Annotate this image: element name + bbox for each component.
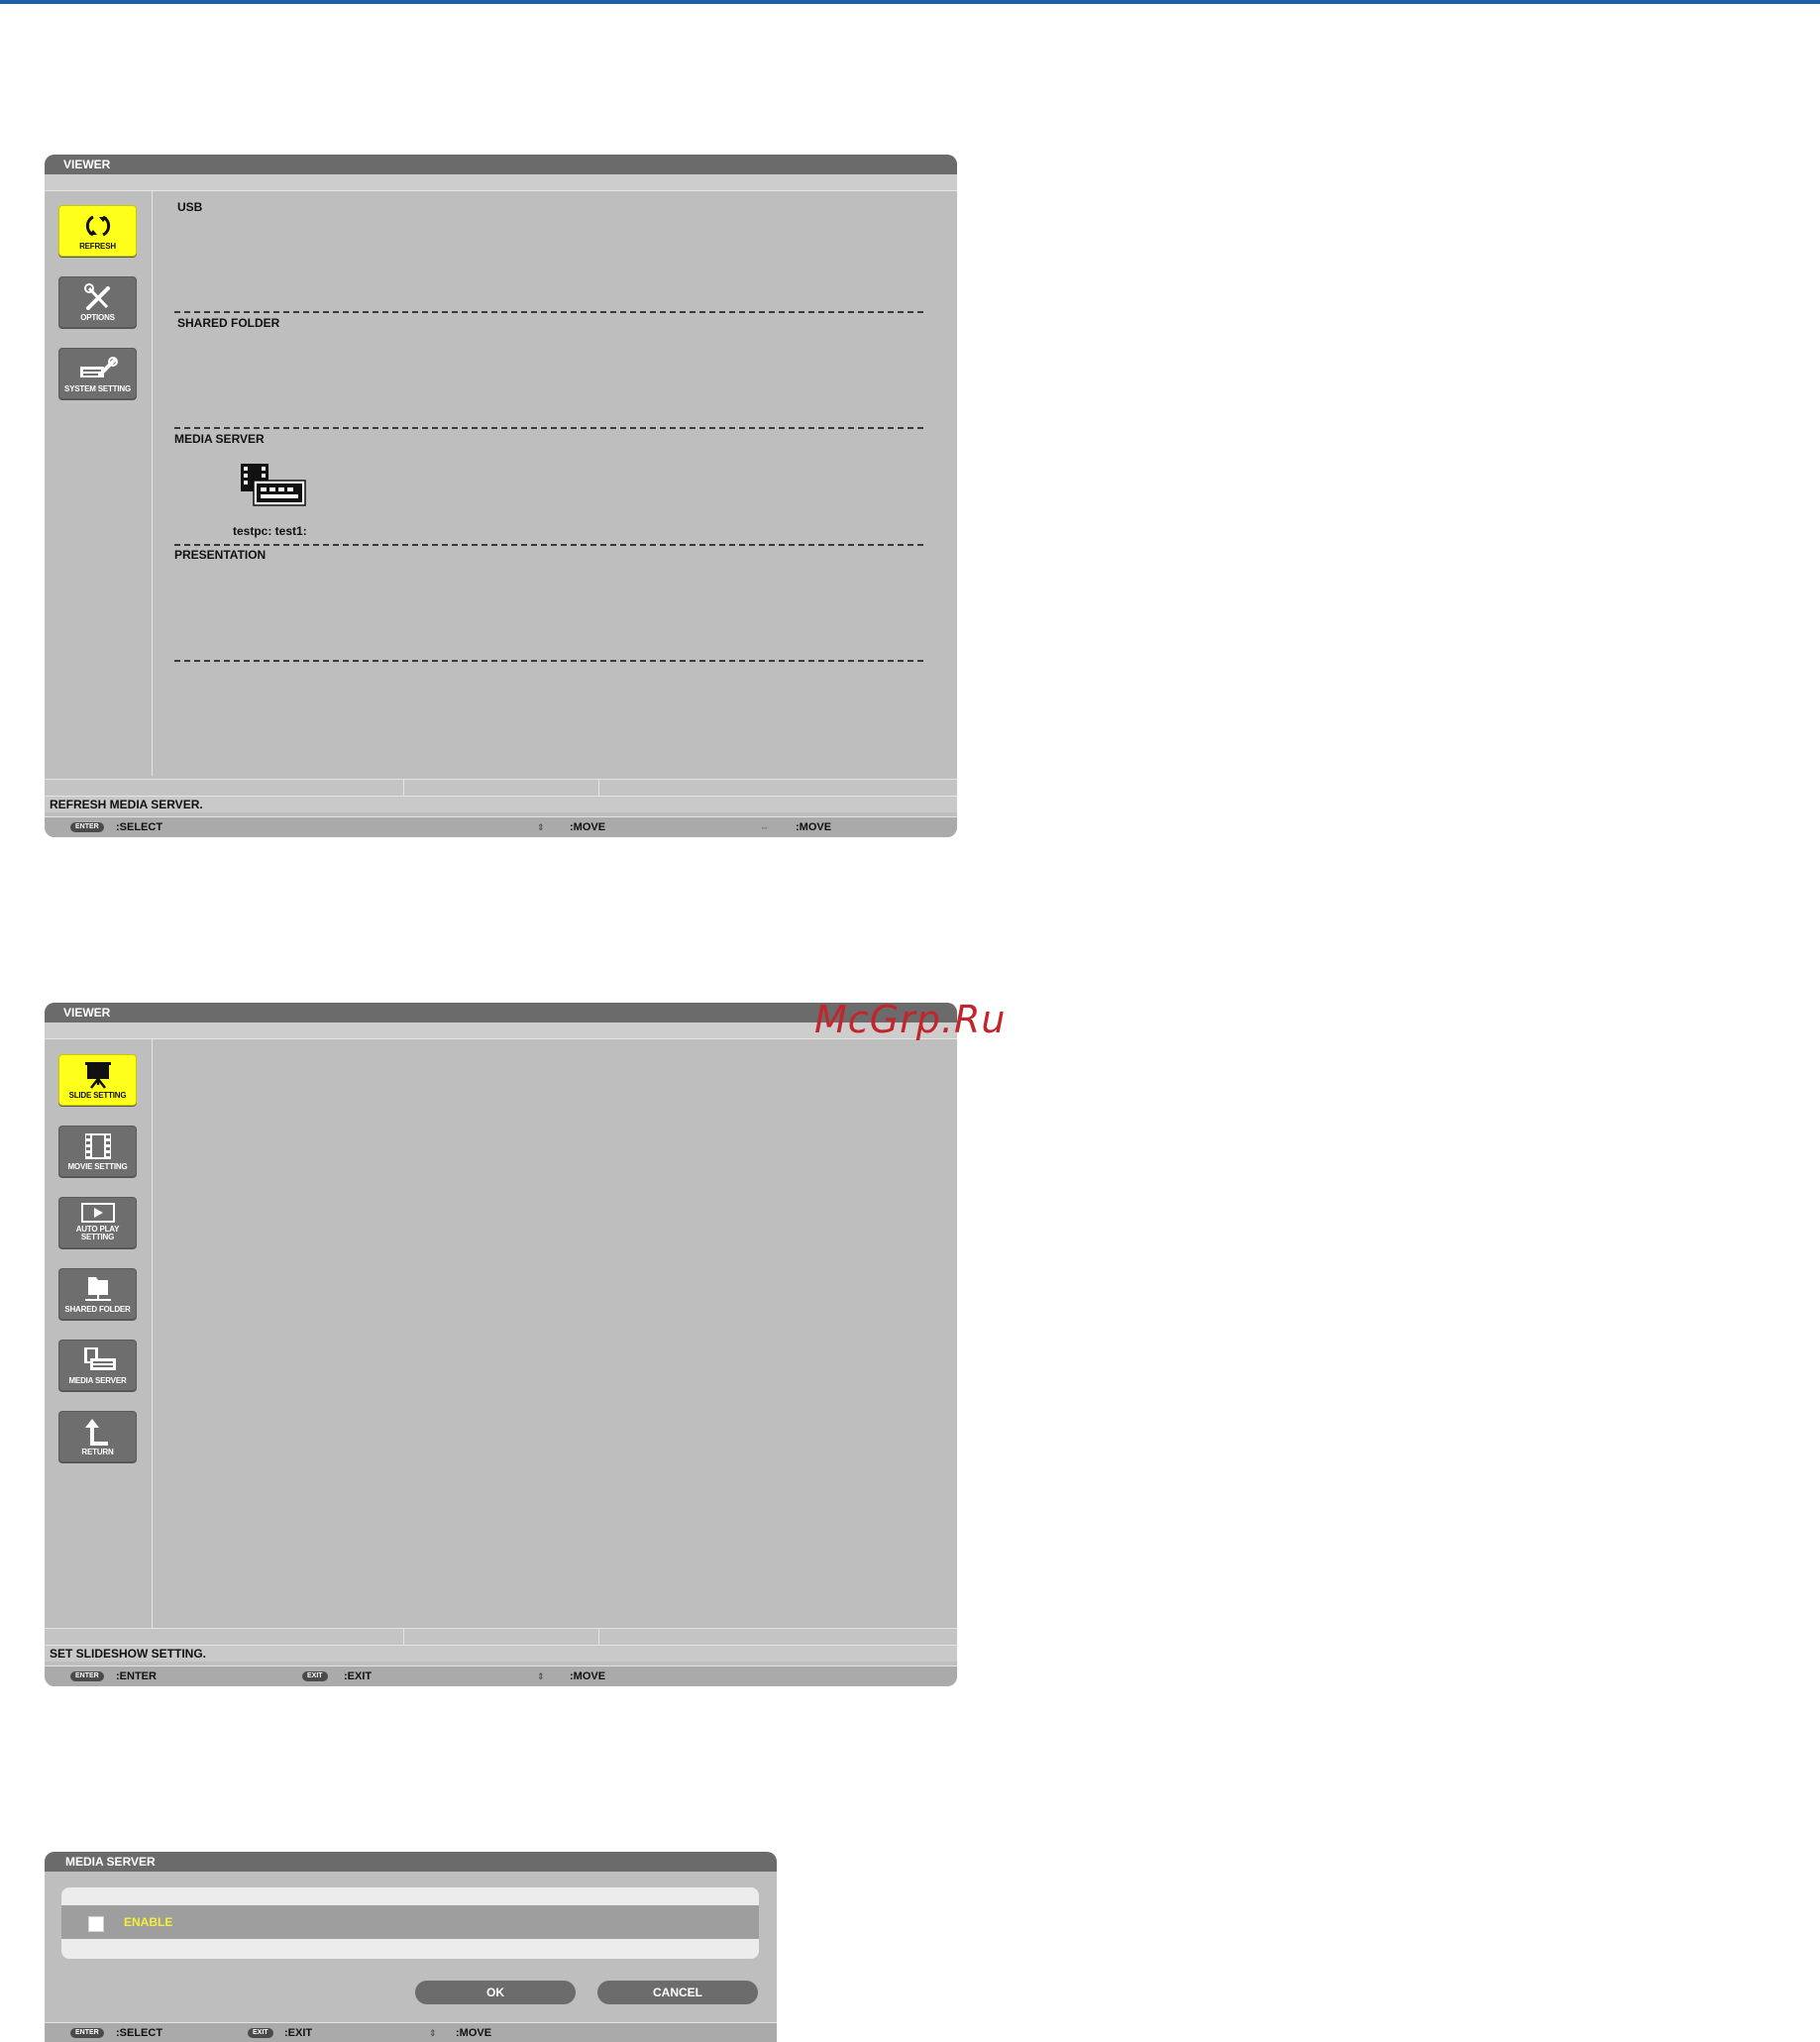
section-usb: USB [177, 200, 203, 214]
return-icon [59, 1418, 136, 1446]
cancel-button[interactable]: CANCEL [597, 1981, 758, 2004]
up-down-arrow-icon: ⇕ [537, 1671, 545, 1681]
leftright-key-action: :MOVE [796, 821, 832, 833]
watermark: McGrp.Ru [814, 998, 1007, 1041]
options-button[interactable]: OPTIONS [58, 276, 137, 328]
exit-key-badge: EXIT [248, 2028, 273, 2038]
enter-key-action: :SELECT [116, 2027, 163, 2039]
tile-label: RETURN [81, 1448, 114, 1456]
exit-key-badge: EXIT [302, 1671, 328, 1681]
status-row [45, 1628, 957, 1645]
shared-folder-button[interactable]: SHARED FOLDER [58, 1268, 137, 1320]
dialog-options-panel: ENABLE [61, 1887, 759, 1959]
shared-folder-icon [59, 1275, 136, 1303]
section-media-server: MEDIA SERVER [174, 432, 265, 446]
help-message: REFRESH MEDIA SERVER. [45, 796, 957, 812]
options-icon [59, 283, 136, 311]
sub-bar [45, 174, 957, 191]
updown-key-action: :MOVE [570, 821, 606, 833]
media-server-item-label[interactable]: testpc: test1: [233, 524, 307, 538]
tile-label: MOVIE SETTING [67, 1162, 128, 1171]
status-row [45, 779, 957, 796]
system-setting-icon [59, 355, 136, 382]
exit-key-action: :EXIT [344, 1670, 373, 1682]
enter-key-badge: ENTER [70, 2028, 104, 2038]
enable-row[interactable]: ENABLE [61, 1905, 759, 1939]
dialog-title: MEDIA SERVER [45, 1852, 777, 1872]
tile-label: SLIDE SETTING [68, 1091, 127, 1100]
left-menu: SLIDE SETTING MOVIE SETTING AUTO PLAY SE… [45, 1039, 153, 1640]
enter-key-action: :SELECT [116, 821, 163, 833]
up-down-arrow-icon: ⇕ [429, 2028, 437, 2038]
section-presentation: PRESENTATION [174, 548, 267, 562]
media-server-item-icon[interactable] [239, 464, 308, 507]
left-right-arrow-icon: ⇔ [760, 822, 769, 832]
auto-play-icon [59, 1202, 136, 1224]
refresh-button[interactable]: REFRESH [58, 205, 137, 257]
tile-label: SHARED FOLDER [64, 1305, 131, 1314]
window-title: VIEWER [45, 155, 957, 174]
return-button[interactable]: RETURN [58, 1411, 137, 1462]
enter-key-badge: ENTER [70, 822, 104, 832]
enable-checkbox[interactable] [88, 1916, 104, 1932]
section-divider [174, 311, 923, 313]
top-accent-line [0, 0, 1820, 4]
section-divider [174, 660, 923, 662]
movie-setting-button[interactable]: MOVIE SETTING [58, 1126, 137, 1177]
slide-setting-icon [59, 1061, 136, 1089]
auto-play-setting-button[interactable]: AUTO PLAY SETTING [58, 1197, 137, 1248]
section-divider [174, 427, 923, 429]
section-divider [174, 544, 923, 546]
enter-key-badge: ENTER [70, 1671, 104, 1681]
updown-key-action: :MOVE [570, 1670, 606, 1682]
key-guide: ENTER :ENTER EXIT :EXIT ⇕ :MOVE [45, 1666, 957, 1686]
left-menu: REFRESH OPTIONS SYSTEM SETTING [45, 191, 153, 776]
tile-label-line2: SETTING [80, 1233, 115, 1241]
media-server-button[interactable]: MEDIA SERVER [58, 1340, 137, 1391]
refresh-icon [59, 212, 136, 240]
key-guide: ENTER :SELECT ⇕ :MOVE ⇔ :MOVE [45, 816, 957, 837]
media-server-icon [59, 1346, 136, 1374]
tile-label: MEDIA SERVER [68, 1376, 127, 1385]
system-setting-button[interactable]: SYSTEM SETTING [58, 348, 137, 399]
tile-label: SYSTEM SETTING [64, 384, 131, 393]
ok-button[interactable]: OK [415, 1981, 576, 2004]
media-server-dialog: MEDIA SERVER ENABLE OK CANCEL ENTER :SEL… [45, 1852, 777, 2042]
help-message: SET SLIDESHOW SETTING. [45, 1645, 957, 1662]
up-down-arrow-icon: ⇕ [537, 822, 545, 832]
tile-label: OPTIONS [80, 313, 115, 322]
tile-label: REFRESH [79, 242, 116, 251]
slide-setting-button[interactable]: SLIDE SETTING [58, 1054, 137, 1106]
updown-key-action: :MOVE [456, 2027, 492, 2039]
exit-key-action: :EXIT [284, 2027, 313, 2039]
viewer-window-2: VIEWER SLIDE SETTING MOVIE SETTING AUTO … [45, 1003, 957, 1686]
key-guide: ENTER :SELECT EXIT :EXIT ⇕ :MOVE [45, 2022, 777, 2042]
section-shared-folder: SHARED FOLDER [177, 316, 280, 330]
viewer-window-1: VIEWER REFRESH OPTIONS SYSTEM SETTING US… [45, 155, 957, 837]
movie-setting-icon [59, 1132, 136, 1160]
enter-key-action: :ENTER [116, 1670, 157, 1682]
enable-label[interactable]: ENABLE [124, 1915, 172, 1929]
